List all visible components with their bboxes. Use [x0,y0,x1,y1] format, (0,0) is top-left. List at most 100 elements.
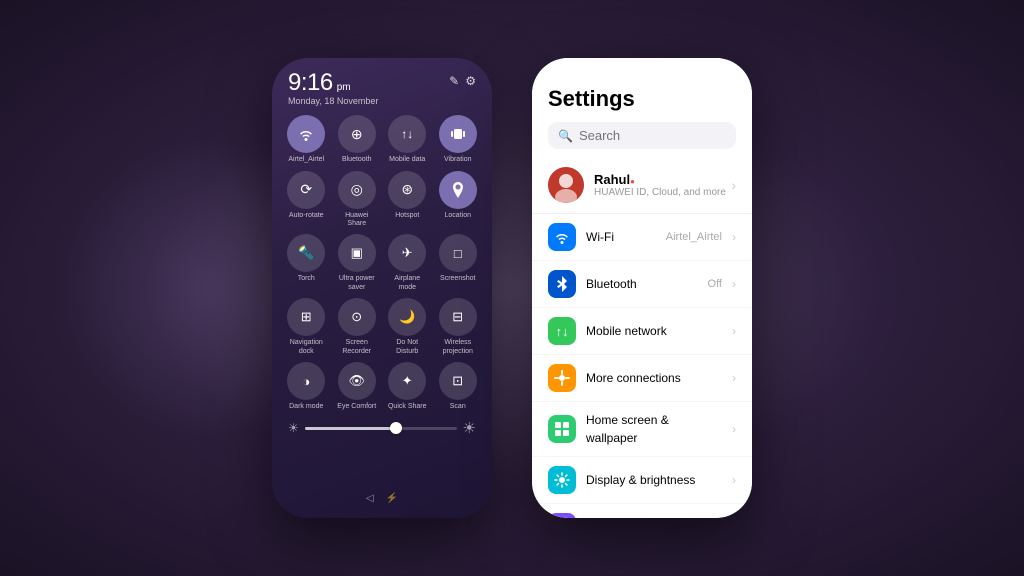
airplane-toggle-btn[interactable]: ✈ [388,234,426,272]
navdock-toggle-btn[interactable]: ⊞ [287,298,325,336]
wifi-toggle-item: Airtel_Airtel [284,115,329,164]
connections-chevron-icon: › [732,371,736,385]
bluetooth-settings-icon [548,270,576,298]
location-toggle-btn[interactable] [439,171,477,209]
profile-row[interactable]: Rahul● HUAWEI ID, Cloud, and more › [532,157,752,214]
quickshare-toggle-item: ✦ Quick Share [385,362,430,411]
profile-chevron-icon: › [731,177,736,193]
darkmode-label: Dark mode [289,403,323,411]
display-setting-name: Display & brightness [586,473,695,487]
screenrec-toggle-btn[interactable]: ⊙ [338,298,376,336]
connections-icon-svg [554,370,570,386]
eyecomfort-icon: 👁 [348,373,365,389]
brightness-fill [305,427,396,430]
wifi-toggle-btn[interactable] [287,115,325,153]
settings-item-wifi[interactable]: Wi-Fi Airtel_Airtel › [532,214,752,261]
dnd-icon: 🌙 [399,309,415,325]
back-nav-icon[interactable]: ◁ [366,493,374,504]
time: 9:16 [288,70,333,96]
right-phone-screen: Settings 🔍 [532,58,752,518]
dnd-label: Do Not Disturb [386,339,428,356]
screenshot-toggle-btn[interactable]: □ [439,234,477,272]
airplane-icon: ✈ [402,245,413,261]
date: Monday, 18 November [288,97,378,107]
avatar-image [548,167,584,203]
bluetooth-setting-value: Off [708,278,722,290]
torch-label: Torch [298,275,315,283]
settings-item-bluetooth[interactable]: Bluetooth Off › [532,261,752,308]
airplane-toggle-item: ✈ Airplane mode [385,234,430,292]
settings-item-connections[interactable]: More connections › [532,355,752,402]
quickshare-icon: ✦ [402,373,413,389]
airplane-label: Airplane mode [386,275,428,292]
navdock-label: Navigation dock [285,339,327,356]
connections-setting-text: More connections [586,369,722,387]
display-settings-icon [548,466,576,494]
wifi-chevron-icon: › [732,230,736,244]
quickshare-toggle-btn[interactable]: ✦ [388,362,426,400]
display-chevron-icon: › [732,473,736,487]
darkmode-toggle-btn[interactable]: ◑ [287,362,325,400]
hotspot-label: Hotspot [395,212,419,220]
connections-setting-name: More connections [586,371,681,385]
huaweishare-label: Huawei Share [336,212,378,229]
vibration-toggle-btn[interactable] [439,115,477,153]
nav-bar-icons: ◁ ⚡ [366,493,398,504]
search-input[interactable] [579,128,726,143]
torch-toggle-btn[interactable]: 🔦 [287,234,325,272]
screenrec-label: Screen Recorder [336,339,378,356]
huaweishare-toggle-btn[interactable]: ◎ [338,171,376,209]
control-center-screen: 9:16 pm Monday, 18 November ✎ ⚙ [272,58,492,518]
bluetooth-toggle-btn[interactable]: ⊕ [338,115,376,153]
darkmode-toggle-item: ◑ Dark mode [284,362,329,411]
ultrapower-toggle-btn[interactable]: ▣ [338,234,376,272]
profile-subtitle: HUAWEI ID, Cloud, and more [594,187,731,198]
eyecomfort-label: Eye Comfort [337,403,376,411]
settings-item-homescreen[interactable]: Home screen & wallpaper › [532,402,752,457]
wifi-setting-name: Wi-Fi [586,230,614,244]
screenrec-toggle-item: ⊙ Screen Recorder [335,298,380,356]
eyecomfort-toggle-btn[interactable]: 👁 [338,362,376,400]
search-bar-icon: 🔍 [558,129,573,143]
autorotate-toggle-item: ⟳ Auto-rotate [284,171,329,229]
search-bar[interactable]: 🔍 [548,122,736,149]
settings-item-sounds[interactable]: Sounds & vibration › [532,504,752,518]
bluetooth-label: Bluetooth [342,156,372,164]
huaweishare-toggle-item: ◎ Huawei Share [335,171,380,229]
homescreen-icon-svg [554,421,570,437]
bluetooth-icon: ⊕ [351,126,363,143]
settings-item-mobile[interactable]: ↑↓ Mobile network › [532,308,752,355]
ultrapower-toggle-item: ▣ Ultra power saver [335,234,380,292]
scan-toggle-item: ⊡ Scan [436,362,481,411]
dnd-toggle-btn[interactable]: 🌙 [388,298,426,336]
edit-icon[interactable]: ✎ [449,74,459,88]
location-label: Location [445,212,471,220]
scan-toggle-btn[interactable]: ⊡ [439,362,477,400]
nav-bar: ◁ ⚡ [272,489,492,508]
mobile-settings-icon: ↑↓ [548,317,576,345]
brightness-high-icon: ☀ [463,419,476,437]
settings-item-display[interactable]: Display & brightness › [532,457,752,504]
mobile-data-toggle-btn[interactable]: ↑↓ [388,115,426,153]
hotspot-icon: ⊛ [401,181,413,198]
time-display: 9:16 pm Monday, 18 November [288,70,378,107]
profile-name: Rahul● [594,172,731,187]
brightness-slider[interactable] [305,427,457,430]
wifi-icon [298,126,314,142]
hotspot-toggle-btn[interactable]: ⊛ [388,171,426,209]
display-setting-text: Display & brightness [586,471,722,489]
autorotate-toggle-btn[interactable]: ⟳ [287,171,325,209]
vibration-toggle-item: Vibration [436,115,481,164]
autorotate-label: Auto-rotate [289,212,324,220]
wireless-toggle-btn[interactable]: ⊟ [439,298,477,336]
am-pm: pm [337,82,351,93]
settings-icon[interactable]: ⚙ [465,74,476,88]
wifi-setting-value: Airtel_Airtel [666,231,722,243]
autorotate-icon: ⟳ [300,181,312,198]
mobile-data-icon: ↑↓ [401,127,413,141]
ultrapower-label: Ultra power saver [336,275,378,292]
flash-nav-icon[interactable]: ⚡ [386,493,398,504]
screenrec-icon: ⊙ [351,309,362,325]
bluetooth-settings-svg [556,276,568,292]
navdock-icon: ⊞ [301,309,312,325]
